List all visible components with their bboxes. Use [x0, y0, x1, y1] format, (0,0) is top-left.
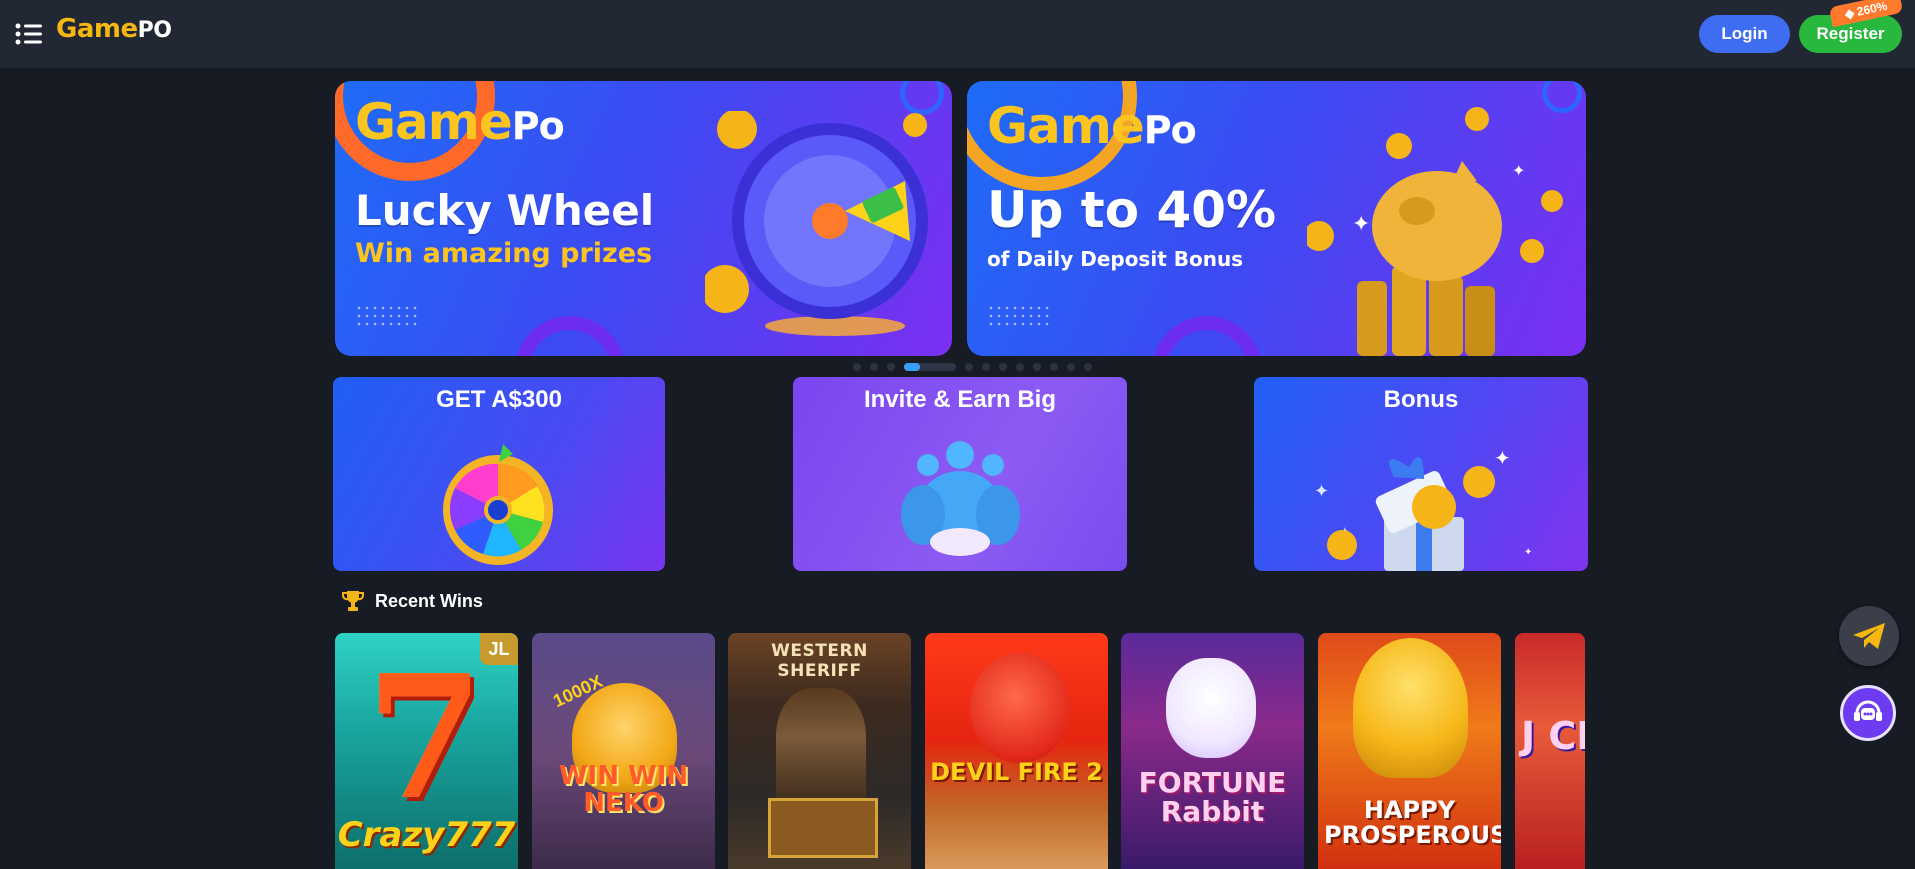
carousel-dot[interactable] [965, 363, 973, 371]
piggy-bank-illustration: ✦ ✦ [1307, 107, 1563, 356]
logo-text-po: PO [137, 18, 172, 43]
game-tile-happy-prosperous[interactable]: HAPPY PROSPEROUS [1318, 633, 1501, 869]
treasure-chest [768, 798, 878, 858]
game-name: Crazy777 [337, 815, 516, 855]
game-tile-western-sheriff[interactable]: WESTERN SHERIFF [728, 633, 911, 869]
game-tile-fortune-rabbit[interactable]: FORTUNE Rabbit [1121, 633, 1304, 869]
buddha-figure [1353, 638, 1468, 778]
promo-card-get-bonus[interactable]: GET A$300 [333, 377, 665, 571]
banner-deposit-bonus[interactable]: GamePo Up to 40% of Daily Deposit Bonus … [967, 81, 1586, 356]
carousel-dot[interactable] [1016, 363, 1024, 371]
banner-logo: GamePo [355, 93, 565, 151]
svg-text:✦: ✦ [1524, 547, 1532, 558]
banner-subline: of Daily Deposit Bonus [987, 247, 1244, 271]
carousel-dot[interactable] [982, 363, 990, 371]
gift-box-icon: ✦ ✦ ✦ ✦ [1314, 448, 1532, 571]
carousel-dot[interactable] [870, 363, 878, 371]
banner-logo: GamePo [987, 97, 1197, 155]
game-name: WIN WIN NEKO [558, 761, 689, 819]
carousel-dot[interactable] [1067, 363, 1075, 371]
decor-ring [515, 316, 625, 356]
support-chat-button[interactable] [1840, 685, 1896, 741]
trophy-icon [342, 591, 364, 611]
svg-text:✦: ✦ [1352, 211, 1370, 236]
banner-lucky-wheel[interactable]: GamePo Lucky Wheel Win amazing prizes [335, 81, 952, 356]
promo-title: Bonus [1383, 386, 1459, 413]
game-name: HAPPY PROSPEROUS [1324, 796, 1501, 850]
recent-wins-header: Recent Wins [341, 589, 483, 613]
devil-character [970, 653, 1070, 763]
game-tile-win-win-neko[interactable]: 1000X WIN WIN NEKO [532, 633, 715, 869]
banner-logo-game: Game [987, 97, 1145, 155]
promo-card-bonus[interactable]: Bonus ✦ ✦ ✦ ✦ [1254, 377, 1588, 571]
carousel-dot[interactable] [887, 363, 895, 371]
carousel-dot-active[interactable] [904, 363, 956, 371]
banner-logo-game: Game [355, 93, 513, 151]
game-tile-crazy777[interactable]: JL 7 Crazy777 [335, 633, 518, 869]
promo-title: GET A$300 [436, 386, 562, 413]
lucky-wheel-illustration [705, 111, 928, 336]
top-header: GamePO Login Register ◆ 260% [0, 0, 1915, 68]
prize-wheel-icon [443, 444, 553, 565]
carousel-dot[interactable] [1033, 363, 1041, 371]
handshake-people-icon [901, 441, 1020, 556]
register-badge-text: 260% [1855, 0, 1889, 19]
banner-headline: Lucky Wheel [355, 186, 655, 235]
seven-symbol: 7 [365, 638, 485, 838]
rabbit-character [1166, 658, 1256, 758]
game-name: DEVIL FIRE 2 [930, 758, 1103, 786]
banner-logo-po: Po [511, 104, 565, 148]
svg-text:✦: ✦ [1314, 481, 1329, 501]
login-button[interactable]: Login [1699, 15, 1790, 53]
headset-chat-icon [1854, 700, 1882, 721]
paper-plane-icon [1853, 623, 1885, 649]
tag-icon: ◆ [1843, 5, 1856, 22]
svg-text:✦: ✦ [1512, 163, 1525, 180]
decor-dots [987, 304, 1053, 330]
carousel-dot[interactable] [999, 363, 1007, 371]
decor-ring [1152, 316, 1262, 356]
recent-wins-title: Recent Wins [375, 590, 483, 611]
logo-text-game: Game [56, 14, 138, 44]
decor-dots [355, 304, 421, 330]
game-tile-devil-fire-2[interactable]: DEVIL FIRE 2 [925, 633, 1108, 869]
carousel-dot[interactable] [1084, 363, 1092, 371]
banner-logo-po: Po [1143, 108, 1197, 152]
promo-card-invite[interactable]: Invite & Earn Big [793, 377, 1127, 571]
menu-icon[interactable] [15, 22, 43, 46]
site-logo[interactable]: GamePO [56, 14, 172, 44]
game-name: FORTUNE Rabbit [1138, 766, 1287, 829]
svg-text:✦: ✦ [1494, 448, 1511, 470]
decor-ring [900, 81, 944, 115]
banner-subline: Win amazing prizes [355, 238, 653, 269]
carousel-dot[interactable] [1050, 363, 1058, 371]
sheriff-figure [776, 688, 866, 808]
carousel-dot[interactable] [853, 363, 861, 371]
carousel-pagination [853, 363, 1092, 371]
game-tile-partial[interactable]: J CR [1515, 633, 1585, 869]
telegram-button[interactable] [1839, 606, 1899, 666]
banner-headline: Up to 40% [987, 181, 1277, 239]
game-name: WESTERN SHERIFF [771, 641, 868, 681]
game-name: J CR [1521, 714, 1585, 758]
promo-title: Invite & Earn Big [863, 386, 1057, 413]
